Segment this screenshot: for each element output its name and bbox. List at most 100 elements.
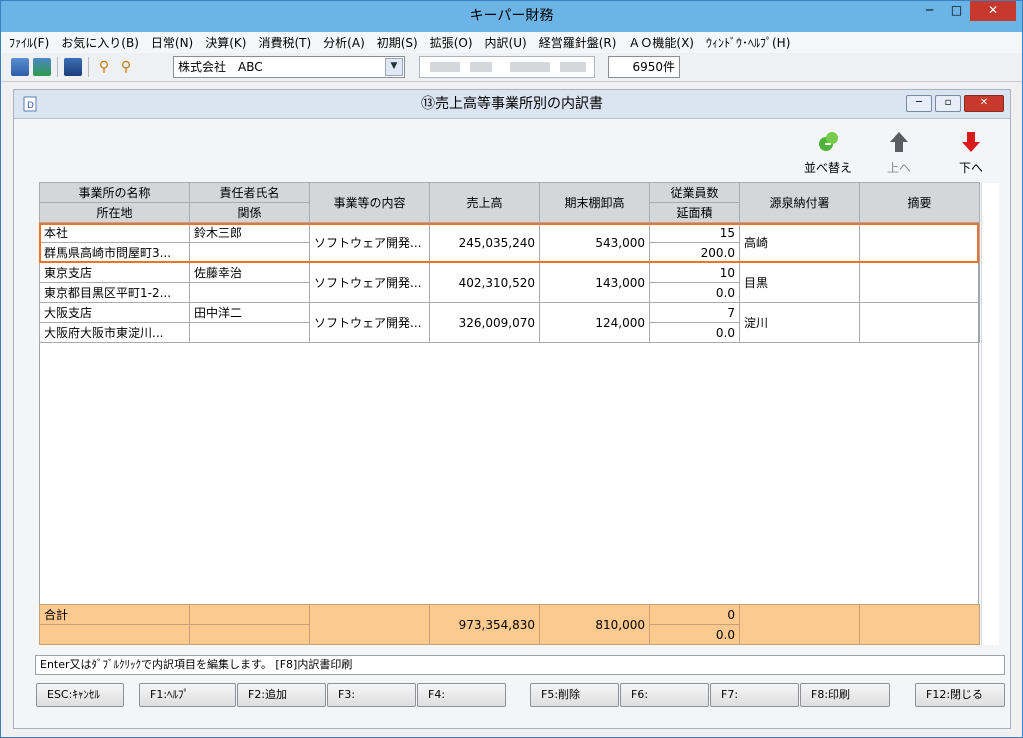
menu-file[interactable]: ﾌｧｲﾙ(F) [9, 34, 49, 51]
arrow-up-icon [890, 132, 908, 152]
col-location: 所在地 [39, 202, 190, 223]
doc-maximize-button[interactable]: ▫ [935, 95, 961, 112]
col-content: 事業等の内容 [309, 182, 430, 223]
menu-ao-functions[interactable]: ＡＯ機能(X) [628, 34, 694, 51]
doc-minimize-button[interactable]: ─ [906, 95, 932, 112]
f1-help-button[interactable]: F1:ﾍﾙﾌﾟ [139, 683, 236, 707]
cell-remarks[interactable] [859, 262, 980, 303]
selected-row-highlight [39, 223, 979, 263]
total-employees: 0 [649, 604, 740, 625]
cell-person[interactable]: 田中洋二 [189, 302, 310, 323]
menu-bar: ﾌｧｲﾙ(F) お気に入り(B) 日常(N) 決算(K) 消費税(T) 分析(A… [1, 32, 1022, 53]
total-area: 0.0 [649, 624, 740, 645]
record-count: 6950件 [608, 56, 680, 78]
cell-relation[interactable] [189, 322, 310, 343]
total-row: 合計 973,354,830 810,000 0 [39, 604, 980, 645]
cell-sales[interactable]: 402,310,520 [429, 262, 540, 303]
move-up-label: 上へ [886, 161, 911, 175]
document-title-bar: D ⑬売上高等事業所別の内訳書 ─ ▫ ✕ [14, 90, 1010, 119]
cell-employees[interactable]: 10 [649, 262, 740, 283]
cell-name[interactable]: 東京支店 [39, 262, 190, 283]
menu-window-help[interactable]: ｳｨﾝﾄﾞｳ･ﾍﾙﾌﾟ(H) [706, 34, 790, 51]
picture-icon[interactable] [64, 58, 82, 76]
redacted-field [419, 56, 595, 78]
cell-relation[interactable] [189, 282, 310, 303]
total-table: 合計 973,354,830 810,000 0 0.0 [39, 604, 980, 645]
menu-daily[interactable]: 日常(N) [151, 34, 193, 51]
cell-tax-office[interactable]: 淀川 [739, 302, 860, 343]
f5-delete-button[interactable]: F5:削除 [530, 683, 619, 707]
f2-add-button[interactable]: F2:追加 [237, 683, 326, 707]
document-icon: D [23, 96, 37, 112]
f6-button[interactable]: F6: [620, 683, 709, 707]
menu-analysis[interactable]: 分析(A) [323, 34, 365, 51]
col-remarks: 摘要 [859, 182, 980, 223]
f4-button[interactable]: F4: [417, 683, 506, 707]
f7-button[interactable]: F7: [710, 683, 799, 707]
col-employees: 従業員数 [649, 182, 740, 203]
refresh-icon[interactable] [33, 58, 51, 76]
move-down-label: 下へ [958, 161, 983, 175]
function-key-bar: ESC:ｷｬﾝｾﾙ F1:ﾍﾙﾌﾟ F2:追加 F3: F4: F5:削除 F6… [36, 683, 1006, 707]
cell-employees[interactable]: 7 [649, 302, 740, 323]
cell-person[interactable]: 佐藤幸治 [189, 262, 310, 283]
cell-inventory[interactable]: 143,000 [539, 262, 650, 303]
total-sales: 973,354,830 [429, 604, 540, 645]
chevron-down-icon[interactable]: ▼ [385, 58, 403, 76]
move-down-button[interactable]: 下へ [939, 130, 1003, 176]
company-select[interactable]: 株式会社 ABC ▼ [173, 56, 405, 78]
esc-cancel-button[interactable]: ESC:ｷｬﾝｾﾙ [36, 683, 124, 707]
cell-content[interactable]: ソフトウェア開発... [309, 302, 430, 343]
col-tax-office: 源泉納付署 [739, 182, 860, 223]
total-inventory: 810,000 [539, 604, 650, 645]
sort-icon [819, 132, 838, 151]
f12-close-button[interactable]: F12:閉じる [915, 683, 1005, 707]
cell-name[interactable]: 大阪支店 [39, 302, 190, 323]
cell-content[interactable]: ソフトウェア開発... [309, 262, 430, 303]
minimize-button[interactable]: ─ [916, 1, 943, 21]
move-up-button[interactable]: 上へ [867, 130, 931, 176]
cell-location[interactable]: 東京都目黒区平町1-2... [39, 282, 190, 303]
main-window: キーパー財務 ─ □ ✕ ﾌｧｲﾙ(F) お気に入り(B) 日常(N) 決算(K… [0, 0, 1023, 738]
company-select-value: 株式会社 ABC [178, 60, 263, 74]
doc-close-button[interactable]: ✕ [964, 95, 1004, 112]
cell-tax-office[interactable]: 目黒 [739, 262, 860, 303]
header-row: 事業所の名称 責任者氏名 事業等の内容 売上高 期末棚卸高 従業員数 源泉納付署… [39, 182, 980, 223]
menu-closing[interactable]: 決算(K) [205, 34, 246, 51]
menu-favorites[interactable]: お気に入り(B) [61, 34, 139, 51]
table-row[interactable]: 大阪支店 田中洋二 ソフトウェア開発... 326,009,070 124,00… [39, 302, 980, 343]
arrow-down-icon [962, 132, 980, 152]
col-person: 責任者氏名 [189, 182, 310, 203]
cell-inventory[interactable]: 124,000 [539, 302, 650, 343]
f8-print-button[interactable]: F8:印刷 [800, 683, 890, 707]
cell-location[interactable]: 大阪府大阪市東淀川... [39, 322, 190, 343]
menu-management-compass[interactable]: 経営羅針盤(R) [539, 34, 617, 51]
maximize-button[interactable]: □ [943, 1, 970, 21]
zoom-in-icon[interactable]: ⚲ [95, 58, 113, 76]
col-name: 事業所の名称 [39, 182, 190, 203]
close-button[interactable]: ✕ [970, 1, 1016, 21]
zoom-out-icon[interactable]: ⚲ [117, 58, 135, 76]
menu-initial[interactable]: 初期(S) [377, 34, 418, 51]
menu-consumption-tax[interactable]: 消費税(T) [258, 34, 311, 51]
total-label: 合計 [39, 604, 190, 625]
app-title-bar: キーパー財務 ─ □ ✕ [1, 1, 1022, 32]
open-icon[interactable] [11, 58, 29, 76]
col-relation: 関係 [189, 202, 310, 223]
cell-remarks[interactable] [859, 302, 980, 343]
cell-sales[interactable]: 326,009,070 [429, 302, 540, 343]
menu-extension[interactable]: 拡張(O) [430, 34, 473, 51]
cell-area[interactable]: 0.0 [649, 282, 740, 303]
sort-label: 並べ替え [803, 161, 852, 175]
col-area: 延面積 [649, 202, 740, 223]
table-row[interactable]: 東京支店 佐藤幸治 ソフトウェア開発... 402,310,520 143,00… [39, 262, 980, 303]
menu-breakdown[interactable]: 内訳(U) [485, 34, 527, 51]
col-inventory: 期末棚卸高 [539, 182, 650, 223]
svg-text:D: D [27, 101, 34, 111]
f3-button[interactable]: F3: [327, 683, 416, 707]
document-title: ⑬売上高等事業所別の内訳書 [421, 96, 603, 112]
col-sales: 売上高 [429, 182, 540, 223]
vertical-scrollbar[interactable] [981, 183, 999, 645]
cell-area[interactable]: 0.0 [649, 322, 740, 343]
sort-button[interactable]: 並べ替え [796, 130, 860, 176]
